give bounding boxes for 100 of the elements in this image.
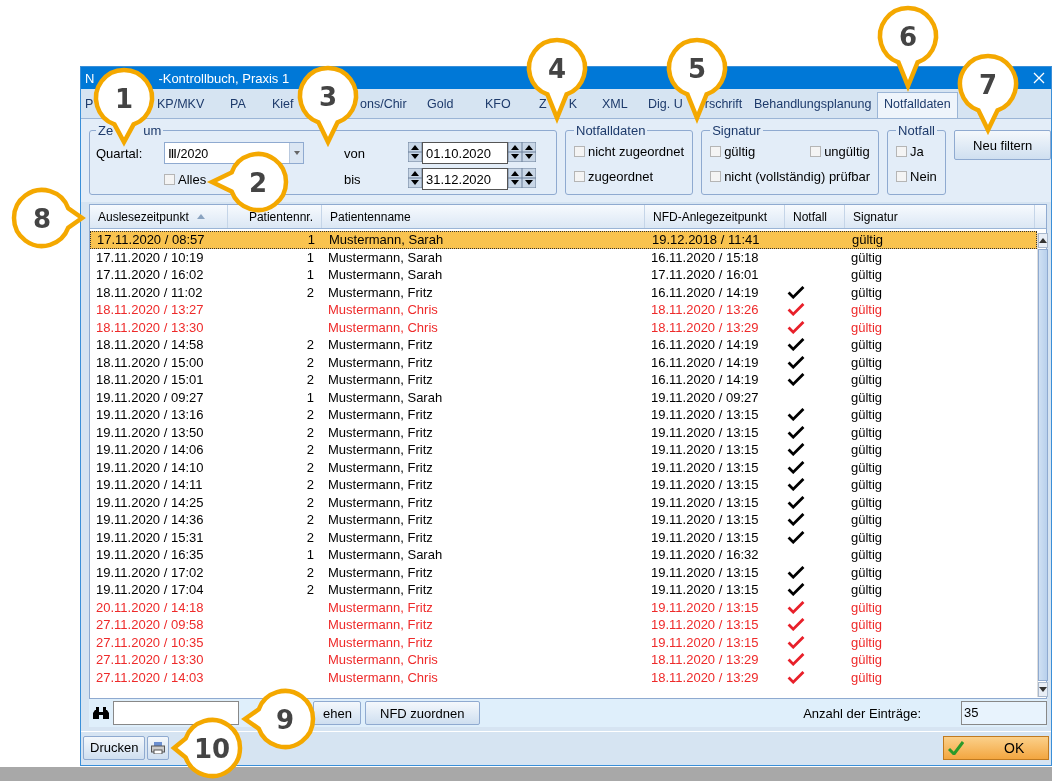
tab[interactable]: Kief bbox=[272, 97, 294, 112]
tab[interactable]: Z bbox=[539, 97, 547, 112]
checkbox-label: gültig bbox=[724, 144, 756, 159]
action-button[interactable]: NFD zuordnen bbox=[365, 701, 480, 725]
table-row[interactable]: 17.11.2020 / 10:19 1 Mustermann, Sarah 16.11.2020 / 15:18 gültig bbox=[90, 248, 1037, 266]
tab[interactable]: PA bbox=[230, 97, 246, 112]
table-cell-text: 18.11.2020 / 13:30 bbox=[95, 319, 205, 335]
column-header[interactable]: Signatur bbox=[845, 205, 1035, 228]
scroll-down-icon[interactable] bbox=[1039, 687, 1047, 692]
table-row[interactable]: 18.11.2020 / 11:02 2 Mustermann, Fritz 16.11.2020 / 14:19 gültig bbox=[90, 283, 1037, 301]
table-row[interactable]: 19.11.2020 / 13:50 2 Mustermann, Fritz 19.11.2020 / 13:15 gültig bbox=[90, 423, 1037, 441]
table-cell-text: gültig bbox=[850, 529, 884, 545]
table-cell-text: gültig bbox=[850, 372, 884, 388]
table-row[interactable]: 19.11.2020 / 14:11 2 Mustermann, Fritz 19.11.2020 / 13:15 gültig bbox=[90, 476, 1037, 494]
column-header[interactable]: Auslesezeitpunkt bbox=[90, 205, 228, 228]
table-row[interactable]: 19.11.2020 / 16:35 1 Mustermann, Sarah 19.11.2020 / 16:32 gültig bbox=[90, 546, 1037, 564]
table-cell-text: gültig bbox=[850, 407, 884, 423]
table-cell-text: gültig bbox=[850, 582, 884, 598]
tab[interactable]: Behandlungsplanung bbox=[754, 97, 872, 112]
table-row[interactable]: 19.11.2020 / 14:10 2 Mustermann, Fritz 19.11.2020 / 13:15 gültig bbox=[90, 458, 1037, 476]
table-row[interactable]: 18.11.2020 / 13:27 Mustermann, Chris 18.11.2020 / 13:26 gültig bbox=[90, 301, 1037, 319]
checkbox[interactable] bbox=[710, 146, 722, 157]
close-icon[interactable] bbox=[1033, 72, 1045, 84]
table-row[interactable]: 18.11.2020 / 13:30 Mustermann, Chris 18.11.2020 / 13:29 gültig bbox=[90, 318, 1037, 336]
tab[interactable]: XML bbox=[602, 97, 628, 112]
scrollbar[interactable] bbox=[1037, 233, 1048, 697]
spin-arrows-icon[interactable] bbox=[508, 167, 522, 191]
spin-arrows-icon[interactable] bbox=[408, 167, 422, 191]
table-cell-text: gültig bbox=[850, 599, 884, 615]
table-cell-text: 19.11.2020 / 09:27 bbox=[650, 389, 760, 405]
checkbox[interactable] bbox=[574, 146, 585, 157]
table-row[interactable]: 18.11.2020 / 15:00 2 Mustermann, Fritz 16.11.2020 / 14:19 gültig bbox=[90, 353, 1037, 371]
scroll-up-icon[interactable] bbox=[1039, 238, 1047, 243]
tab[interactable]: ons/Chir bbox=[360, 97, 407, 112]
table-cell-text: 19.12.2018 / 11:41 bbox=[651, 232, 761, 248]
tab-label-fragment[interactable]: rschrift bbox=[704, 97, 743, 112]
checkbox[interactable] bbox=[896, 146, 908, 157]
checkmark-icon bbox=[948, 740, 964, 755]
group-legend: Notfalldaten bbox=[574, 123, 648, 138]
checkbox[interactable] bbox=[710, 171, 722, 182]
table-row[interactable]: 18.11.2020 / 14:58 2 Mustermann, Fritz 16.11.2020 / 14:19 gültig bbox=[90, 336, 1037, 354]
filter-button[interactable]: Neu filtern bbox=[954, 130, 1051, 160]
table-row[interactable]: 19.11.2020 / 17:04 2 Mustermann, Fritz 19.11.2020 / 13:15 gültig bbox=[90, 581, 1037, 599]
binoculars-icon bbox=[93, 706, 109, 720]
table-row[interactable]: 27.11.2020 / 09:58 Mustermann, Fritz 19.11.2020 / 13:15 gültig bbox=[90, 616, 1037, 634]
column-header[interactable]: Patientenname bbox=[322, 205, 645, 228]
checkbox[interactable] bbox=[574, 171, 585, 182]
table-row[interactable]: 19.11.2020 / 09:27 1 Mustermann, Sarah 19.11.2020 / 09:27 gültig bbox=[90, 388, 1037, 406]
tab[interactable]: P bbox=[85, 97, 94, 112]
printer-button[interactable] bbox=[147, 735, 170, 760]
tab[interactable]: Dig. U bbox=[648, 97, 683, 112]
ok-button[interactable]: OK bbox=[943, 735, 1049, 760]
tab[interactable]: Gold bbox=[427, 97, 454, 112]
table-cell-text: gültig bbox=[850, 652, 884, 668]
table-row[interactable]: 27.11.2020 / 13:30 Mustermann, Chris 18.11.2020 / 13:29 gültig bbox=[90, 651, 1037, 669]
dropdown-arrow-icon[interactable] bbox=[293, 151, 300, 155]
table-cell: 1 bbox=[306, 547, 314, 563]
table-cell-text: gültig bbox=[850, 564, 884, 580]
table-row[interactable]: 19.11.2020 / 15:31 2 Mustermann, Fritz 19.11.2020 / 13:15 gültig bbox=[90, 528, 1037, 546]
spin-arrows-icon[interactable] bbox=[522, 141, 536, 165]
table-cell-text: 19.11.2020 / 14:36 bbox=[95, 512, 205, 528]
tab[interactable]: Notfalldaten bbox=[877, 92, 958, 118]
group-legend: Ze bbox=[98, 123, 114, 138]
column-header[interactable]: Notfall bbox=[785, 205, 845, 228]
tab-label-fragment[interactable]: K bbox=[568, 97, 577, 112]
print-button[interactable]: Drucken bbox=[83, 735, 146, 760]
table-row[interactable]: 19.11.2020 / 13:16 2 Mustermann, Fritz 19.11.2020 / 13:15 gültig bbox=[90, 406, 1037, 424]
table-cell-text: Mustermann, Fritz bbox=[327, 494, 434, 510]
table-cell-text: 18.11.2020 / 13:29 bbox=[650, 319, 760, 335]
column-header[interactable]: NFD-Anlegezeitpunkt bbox=[645, 205, 785, 228]
table-row[interactable]: 17.11.2020 / 16:02 1 Mustermann, Sarah 17.11.2020 / 16:01 gültig bbox=[90, 266, 1037, 284]
table-row[interactable]: 27.11.2020 / 10:35 Mustermann, Fritz 19.11.2020 / 13:15 gültig bbox=[90, 633, 1037, 651]
table-row[interactable]: 18.11.2020 / 15:01 2 Mustermann, Fritz 16.11.2020 / 14:19 gültig bbox=[90, 371, 1037, 389]
checkbox[interactable] bbox=[810, 146, 822, 157]
tab[interactable]: KFO bbox=[485, 97, 511, 112]
spin-arrows-icon[interactable] bbox=[408, 141, 422, 165]
date-field[interactable]: 31.12.2020 bbox=[422, 168, 508, 190]
checkbox-label: Nein bbox=[910, 169, 937, 184]
checkbox[interactable] bbox=[164, 173, 175, 185]
spin-arrows-icon[interactable] bbox=[522, 167, 536, 191]
tab[interactable]: KP/MKV bbox=[157, 97, 205, 112]
spin-arrows-icon[interactable] bbox=[508, 141, 522, 165]
action-button[interactable]: ehen bbox=[313, 701, 361, 725]
table-cell-text: Mustermann, Fritz bbox=[327, 354, 434, 370]
table-row[interactable]: 17.11.2020 / 08:57 1 Mustermann, Sarah 19.12.2018 / 11:41 gültig bbox=[90, 231, 1037, 249]
search-field[interactable] bbox=[113, 701, 239, 725]
checkbox[interactable] bbox=[896, 171, 908, 182]
table-row[interactable]: 19.11.2020 / 14:06 2 Mustermann, Fritz 19.11.2020 / 13:15 gültig bbox=[90, 441, 1037, 459]
table-row[interactable]: 19.11.2020 / 14:36 2 Mustermann, Fritz 19.11.2020 / 13:15 gültig bbox=[90, 511, 1037, 529]
table-cell-text: 27.11.2020 / 14:03 bbox=[95, 669, 205, 685]
checkbox-label: Ja bbox=[910, 144, 924, 159]
table-row[interactable]: 19.11.2020 / 14:25 2 Mustermann, Fritz 19.11.2020 / 13:15 gültig bbox=[90, 493, 1037, 511]
checkbox-label: nicht zugeordnet bbox=[588, 144, 685, 159]
checkbox-label: zugeordnet bbox=[588, 169, 654, 184]
date-field[interactable]: 01.10.2020 bbox=[422, 142, 508, 164]
table-row[interactable]: 19.11.2020 / 17:02 2 Mustermann, Fritz 19.11.2020 / 13:15 gültig bbox=[90, 563, 1037, 581]
table-cell-text: Mustermann, Chris bbox=[327, 652, 439, 668]
table-cell-text: 17.11.2020 / 10:19 bbox=[95, 249, 205, 265]
table-row[interactable]: 27.11.2020 / 14:03 Mustermann, Chris 18.11.2020 / 13:29 gültig bbox=[90, 668, 1037, 686]
table-row[interactable]: 20.11.2020 / 14:18 Mustermann, Fritz 19.11.2020 / 13:15 gültig bbox=[90, 598, 1037, 616]
